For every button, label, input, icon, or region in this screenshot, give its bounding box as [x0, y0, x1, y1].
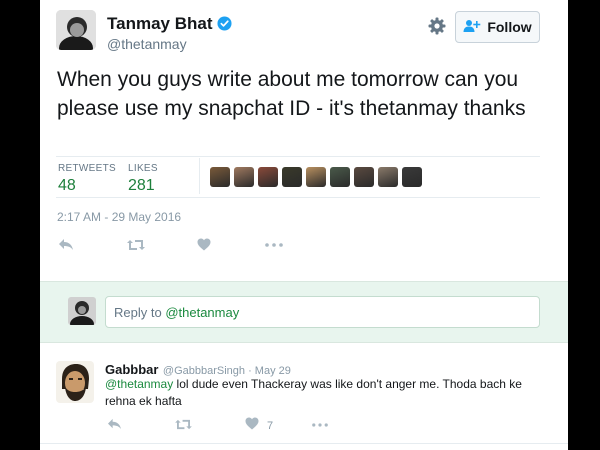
liker-avatar[interactable]	[306, 167, 326, 187]
liker-avatar[interactable]	[282, 167, 302, 187]
reply-mention[interactable]: @thetanmay	[105, 377, 173, 391]
current-user-avatar	[68, 297, 96, 325]
reply-author-avatar[interactable]	[56, 361, 94, 403]
reply-placeholder-mention: @thetanmay	[165, 304, 240, 320]
retweets-count: 48	[58, 177, 76, 194]
retweets-label: RETWEETS	[58, 163, 116, 174]
liker-avatar[interactable]	[378, 167, 398, 187]
likes-count: 281	[128, 177, 155, 194]
author-handle[interactable]: @thetanmay	[107, 36, 187, 52]
liker-avatar[interactable]	[402, 167, 422, 187]
likes-stat[interactable]: LIKES 281	[128, 163, 158, 195]
retweets-stat[interactable]: RETWEETS 48	[58, 163, 116, 195]
liker-avatars	[210, 167, 422, 187]
liker-avatar[interactable]	[354, 167, 374, 187]
reply-like-count: 7	[267, 420, 274, 432]
liker-avatar[interactable]	[330, 167, 350, 187]
more-icon[interactable]	[265, 243, 283, 247]
reply-placeholder-prefix: Reply to	[114, 304, 166, 320]
author-name[interactable]: Tanmay Bhat	[107, 14, 213, 33]
author-avatar[interactable]	[56, 10, 96, 50]
tweet-text: When you guys write about me tomorrow ca…	[57, 68, 526, 120]
reply-like-icon	[245, 417, 259, 435]
reply-reply-icon[interactable]	[107, 418, 122, 431]
add-user-icon	[463, 19, 481, 36]
reply-author-name[interactable]: Gabbbar	[105, 362, 158, 377]
verified-badge-icon	[216, 16, 232, 36]
reply-more-icon[interactable]	[312, 423, 328, 427]
liker-avatar[interactable]	[234, 167, 254, 187]
follow-button-label: Follow	[487, 19, 532, 35]
tweet-timestamp[interactable]: 2:17 AM - 29 May 2016	[57, 210, 181, 224]
reply-icon[interactable]	[58, 238, 74, 252]
likes-label: LIKES	[128, 163, 158, 174]
reply-retweet-icon[interactable]	[174, 418, 193, 431]
retweet-icon[interactable]	[126, 238, 146, 252]
tweet-panel: Tanmay Bhat @thetanmay Follow When you g…	[40, 0, 568, 450]
follow-button[interactable]: Follow	[455, 11, 540, 43]
divider	[40, 443, 568, 444]
liker-avatar[interactable]	[258, 167, 278, 187]
reply-input[interactable]: Reply to @thetanmay	[105, 296, 540, 328]
reply-composer: Reply to @thetanmay	[40, 281, 568, 343]
gear-icon[interactable]	[427, 16, 447, 36]
reply-like-button[interactable]: 7	[245, 417, 273, 435]
like-icon[interactable]	[197, 238, 211, 251]
stats-separator	[199, 158, 200, 194]
divider	[56, 197, 540, 198]
liker-avatar[interactable]	[210, 167, 230, 187]
divider	[56, 156, 540, 157]
reply-text: @thetanmay lol dude even Thackeray was l…	[105, 376, 545, 410]
